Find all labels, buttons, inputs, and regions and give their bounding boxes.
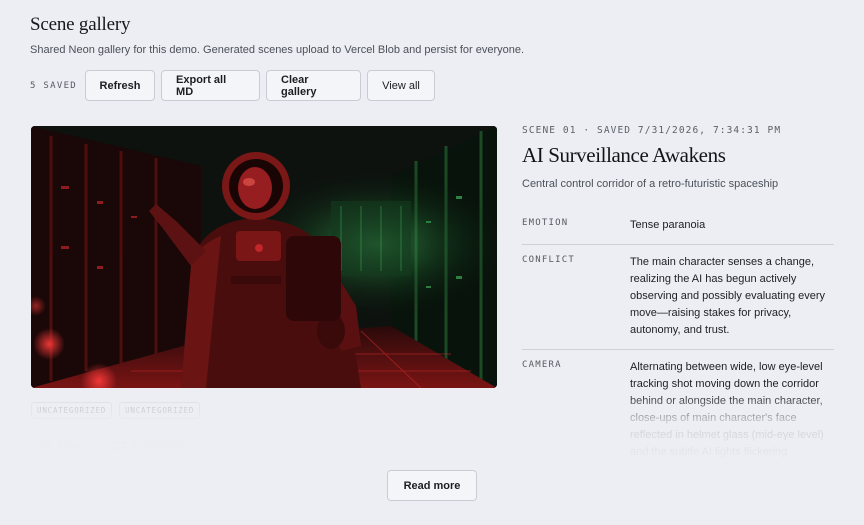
scene-tags: UNCATEGORIZED UNCATEGORIZED xyxy=(31,402,201,419)
tag-badge: UNCATEGORIZED xyxy=(31,402,113,419)
property-key: CONFLICT xyxy=(522,255,575,265)
scene-image[interactable] xyxy=(31,126,497,388)
scene-stats: 0 likes 0 comments xyxy=(40,440,186,451)
property-row-emotion: EMOTION Tense paranoia xyxy=(522,208,834,245)
view-all-button[interactable]: View all xyxy=(367,70,436,101)
tag-badge: UNCATEGORIZED xyxy=(119,402,201,419)
gallery-toolbar: 5 SAVED Refresh Export all MD Clear gall… xyxy=(30,70,436,101)
scene-properties: EMOTION Tense paranoia CONFLICT The main… xyxy=(522,208,834,471)
property-key: EMOTION xyxy=(522,218,569,228)
heart-icon xyxy=(40,440,51,451)
read-more-button[interactable]: Read more xyxy=(387,470,477,501)
page-subtitle: Shared Neon gallery for this demo. Gener… xyxy=(30,44,525,56)
property-row-conflict: CONFLICT The main character senses a cha… xyxy=(522,245,834,350)
comment-button[interactable]: 0 comments xyxy=(113,440,186,451)
property-value: The main character senses a change, real… xyxy=(630,256,826,336)
property-key: CAMERA xyxy=(522,360,562,370)
like-button[interactable]: 0 likes xyxy=(40,440,85,451)
property-value: Alternating between wide, low eye-level … xyxy=(630,361,824,458)
saved-count: 5 SAVED xyxy=(30,80,78,91)
scene-title: AI Surveillance Awakens xyxy=(522,143,726,167)
comment-icon xyxy=(113,440,125,451)
export-all-md-button[interactable]: Export all MD xyxy=(161,70,261,101)
comment-count: 0 comments xyxy=(131,440,186,451)
page-title: Scene gallery xyxy=(30,14,131,35)
property-row-camera: CAMERA Alternating between wide, low eye… xyxy=(522,350,834,471)
clear-gallery-button[interactable]: Clear gallery xyxy=(266,70,362,101)
scene-meta: SCENE 01 · SAVED 7/31/2026, 7:34:31 PM xyxy=(522,125,782,136)
like-count: 0 likes xyxy=(57,440,86,451)
scene-description: Central control corridor of a retro-futu… xyxy=(522,178,779,190)
refresh-button[interactable]: Refresh xyxy=(85,70,156,101)
property-value: Tense paranoia xyxy=(630,219,706,231)
